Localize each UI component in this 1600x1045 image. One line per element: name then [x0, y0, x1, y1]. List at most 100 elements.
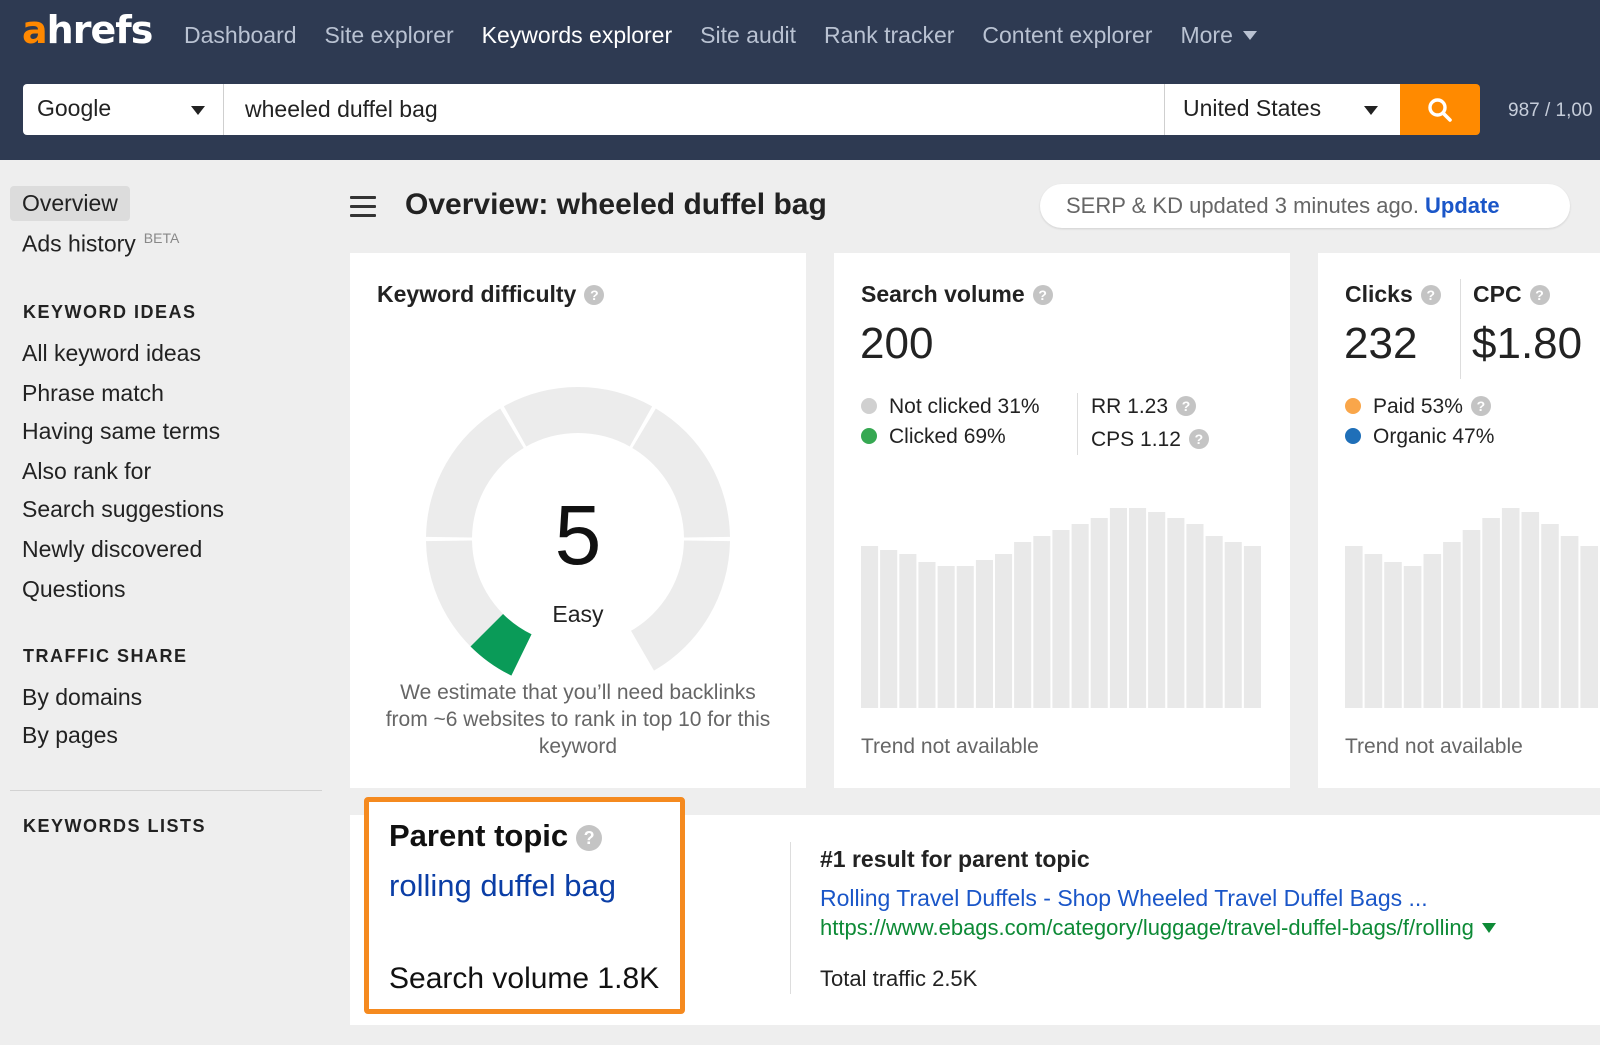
page-title: Overview: wheeled duffel bag — [405, 188, 827, 221]
trend-placeholder-bar — [1521, 512, 1540, 708]
help-icon[interactable]: ? — [1188, 429, 1209, 449]
clicks-title-label: Clicks — [1345, 281, 1413, 307]
caret-down-icon — [1364, 106, 1378, 115]
nav-rank-tracker[interactable]: Rank tracker — [824, 22, 954, 49]
cps-label: CPS 1.12 — [1091, 428, 1181, 451]
cps-stat: CPS 1.12? — [1091, 428, 1209, 452]
trend-placeholder-bar — [1541, 524, 1559, 708]
trend-placeholder-bar — [1167, 518, 1185, 708]
trend-placeholder-bar — [1384, 562, 1402, 708]
nav-more-label: More — [1180, 22, 1233, 48]
parent-topic-highlight: Parent topic? rolling duffel bag Search … — [364, 797, 685, 1014]
nav-dashboard[interactable]: Dashboard — [184, 22, 297, 49]
trend-placeholder-bar — [899, 554, 917, 708]
trend-placeholder-bar — [1443, 542, 1461, 708]
trend-placeholder-bar — [1560, 536, 1579, 708]
help-icon[interactable]: ? — [576, 825, 603, 851]
serp-update-status: SERP & KD updated 3 minutes ago. Update — [1040, 184, 1570, 228]
volume-value: 200 — [860, 319, 934, 368]
hamburger-menu-icon[interactable] — [350, 196, 376, 218]
update-status-text: SERP & KD updated 3 minutes ago. — [1066, 193, 1420, 218]
trend-placeholder-bar — [1501, 508, 1520, 708]
sidebar-item-questions[interactable]: Questions — [22, 576, 126, 603]
trend-placeholder-bar — [1090, 518, 1108, 708]
cpc-value: $1.80 — [1472, 319, 1583, 368]
trend-placeholder-bar — [1033, 536, 1051, 708]
traffic-share-heading: TRAFFIC SHARE — [23, 646, 188, 666]
nav-more-menu[interactable]: More — [1180, 22, 1257, 49]
search-engine-select[interactable]: Google — [23, 84, 224, 135]
paid-legend: Paid 53%? — [1345, 395, 1491, 419]
sidebar-item-by-domains[interactable]: By domains — [22, 684, 142, 711]
sidebar-item-phrase-match[interactable]: Phrase match — [22, 380, 164, 407]
trend-placeholder-bar — [1014, 542, 1032, 708]
sidebar-item-by-pages[interactable]: By pages — [22, 722, 118, 749]
help-icon[interactable]: ? — [1032, 285, 1053, 305]
caret-down-icon[interactable] — [1481, 923, 1496, 933]
sidebar-item-all-keyword-ideas[interactable]: All keyword ideas — [22, 340, 201, 367]
trend-placeholder-bar — [1423, 554, 1442, 708]
kd-gauge-segment — [503, 387, 653, 447]
nav-content-explorer[interactable]: Content explorer — [982, 22, 1152, 49]
nav-site-audit[interactable]: Site audit — [700, 22, 796, 49]
search-button[interactable] — [1400, 84, 1480, 135]
nav-keywords-explorer[interactable]: Keywords explorer — [482, 22, 672, 49]
organic-legend: Organic 47% — [1345, 425, 1494, 449]
paid-label: Paid 53% — [1373, 395, 1463, 418]
sidebar-item-also-rank-for[interactable]: Also rank for — [22, 458, 151, 485]
keyword-search-input[interactable] — [224, 84, 1164, 135]
top-result-heading: #1 result for parent topic — [820, 846, 1090, 872]
top-result-url: https://www.ebags.com/category/luggage/t… — [820, 915, 1474, 940]
update-link[interactable]: Update — [1425, 193, 1500, 218]
trend-placeholder-bar — [995, 554, 1013, 708]
parent-panel-divider — [790, 842, 791, 994]
clicks-trend-placeholder — [1345, 508, 1598, 708]
help-icon[interactable]: ? — [1470, 396, 1491, 416]
sidebar-item-overview[interactable]: Overview — [10, 186, 130, 221]
sidebar-item-ads-history[interactable]: Ads history BETA — [22, 230, 179, 258]
ahrefs-logo[interactable]: ahrefs — [22, 8, 153, 52]
trend-placeholder-bar — [918, 562, 936, 708]
trend-placeholder-bar — [1482, 518, 1500, 708]
orange-dot-icon — [1345, 398, 1361, 414]
nav-site-explorer[interactable]: Site explorer — [325, 22, 454, 49]
trend-placeholder-bar — [880, 550, 898, 708]
cpc-title-label: CPC — [1473, 281, 1522, 307]
sidebar-item-newly-discovered[interactable]: Newly discovered — [22, 536, 202, 563]
trend-placeholder-bar — [1109, 508, 1127, 708]
trend-placeholder-bar — [1243, 546, 1261, 708]
clicks-title: Clicks? — [1345, 281, 1441, 308]
sidebar-item-search-suggestions[interactable]: Search suggestions — [22, 496, 224, 523]
keywords-lists-heading[interactable]: KEYWORDS LISTS — [23, 816, 206, 837]
rr-label: RR 1.23 — [1091, 395, 1169, 418]
help-icon[interactable]: ? — [1529, 285, 1550, 305]
search-engine-value: Google — [37, 95, 112, 121]
help-icon[interactable]: ? — [1420, 285, 1441, 305]
trend-placeholder-bar — [1364, 554, 1383, 708]
volume-title: Search volume? — [861, 281, 1053, 308]
blue-dot-icon — [1345, 428, 1361, 444]
parent-topic-title-label: Parent topic — [389, 818, 569, 853]
trend-placeholder-bar — [1205, 536, 1223, 708]
credits-counter: 987 / 1,00 — [1508, 100, 1593, 121]
rr-stat: RR 1.23? — [1091, 395, 1197, 419]
trend-placeholder-bar — [1224, 542, 1242, 708]
sidebar-item-having-same-terms[interactable]: Having same terms — [22, 418, 220, 445]
search-icon — [1428, 98, 1452, 122]
gray-dot-icon — [861, 398, 877, 414]
keyword-difficulty-card: Keyword difficulty? 5 Easy We estimate t… — [350, 253, 806, 788]
parent-topic-link[interactable]: rolling duffel bag — [389, 868, 616, 904]
top-result-title-link[interactable]: Rolling Travel Duffels - Shop Wheeled Tr… — [820, 885, 1428, 912]
not-clicked-legend: Not clicked 31% — [861, 395, 1040, 419]
top-result-traffic: Total traffic 2.5K — [820, 966, 978, 991]
top-result-url-link[interactable]: https://www.ebags.com/category/luggage/t… — [820, 915, 1496, 941]
country-select[interactable]: United States — [1164, 84, 1400, 135]
trend-placeholder-bar — [1462, 530, 1481, 708]
clicks-trend-note: Trend not available — [1345, 735, 1523, 758]
volume-trend-placeholder — [861, 508, 1261, 708]
clicked-label: Clicked 69% — [889, 425, 1006, 448]
help-icon[interactable]: ? — [1176, 396, 1197, 416]
clicks-card: Clicks? 232 CPC? $1.80 Paid 53%? Organic… — [1318, 253, 1600, 788]
trend-placeholder-bar — [1580, 546, 1598, 708]
trend-placeholder-bar — [937, 566, 955, 708]
